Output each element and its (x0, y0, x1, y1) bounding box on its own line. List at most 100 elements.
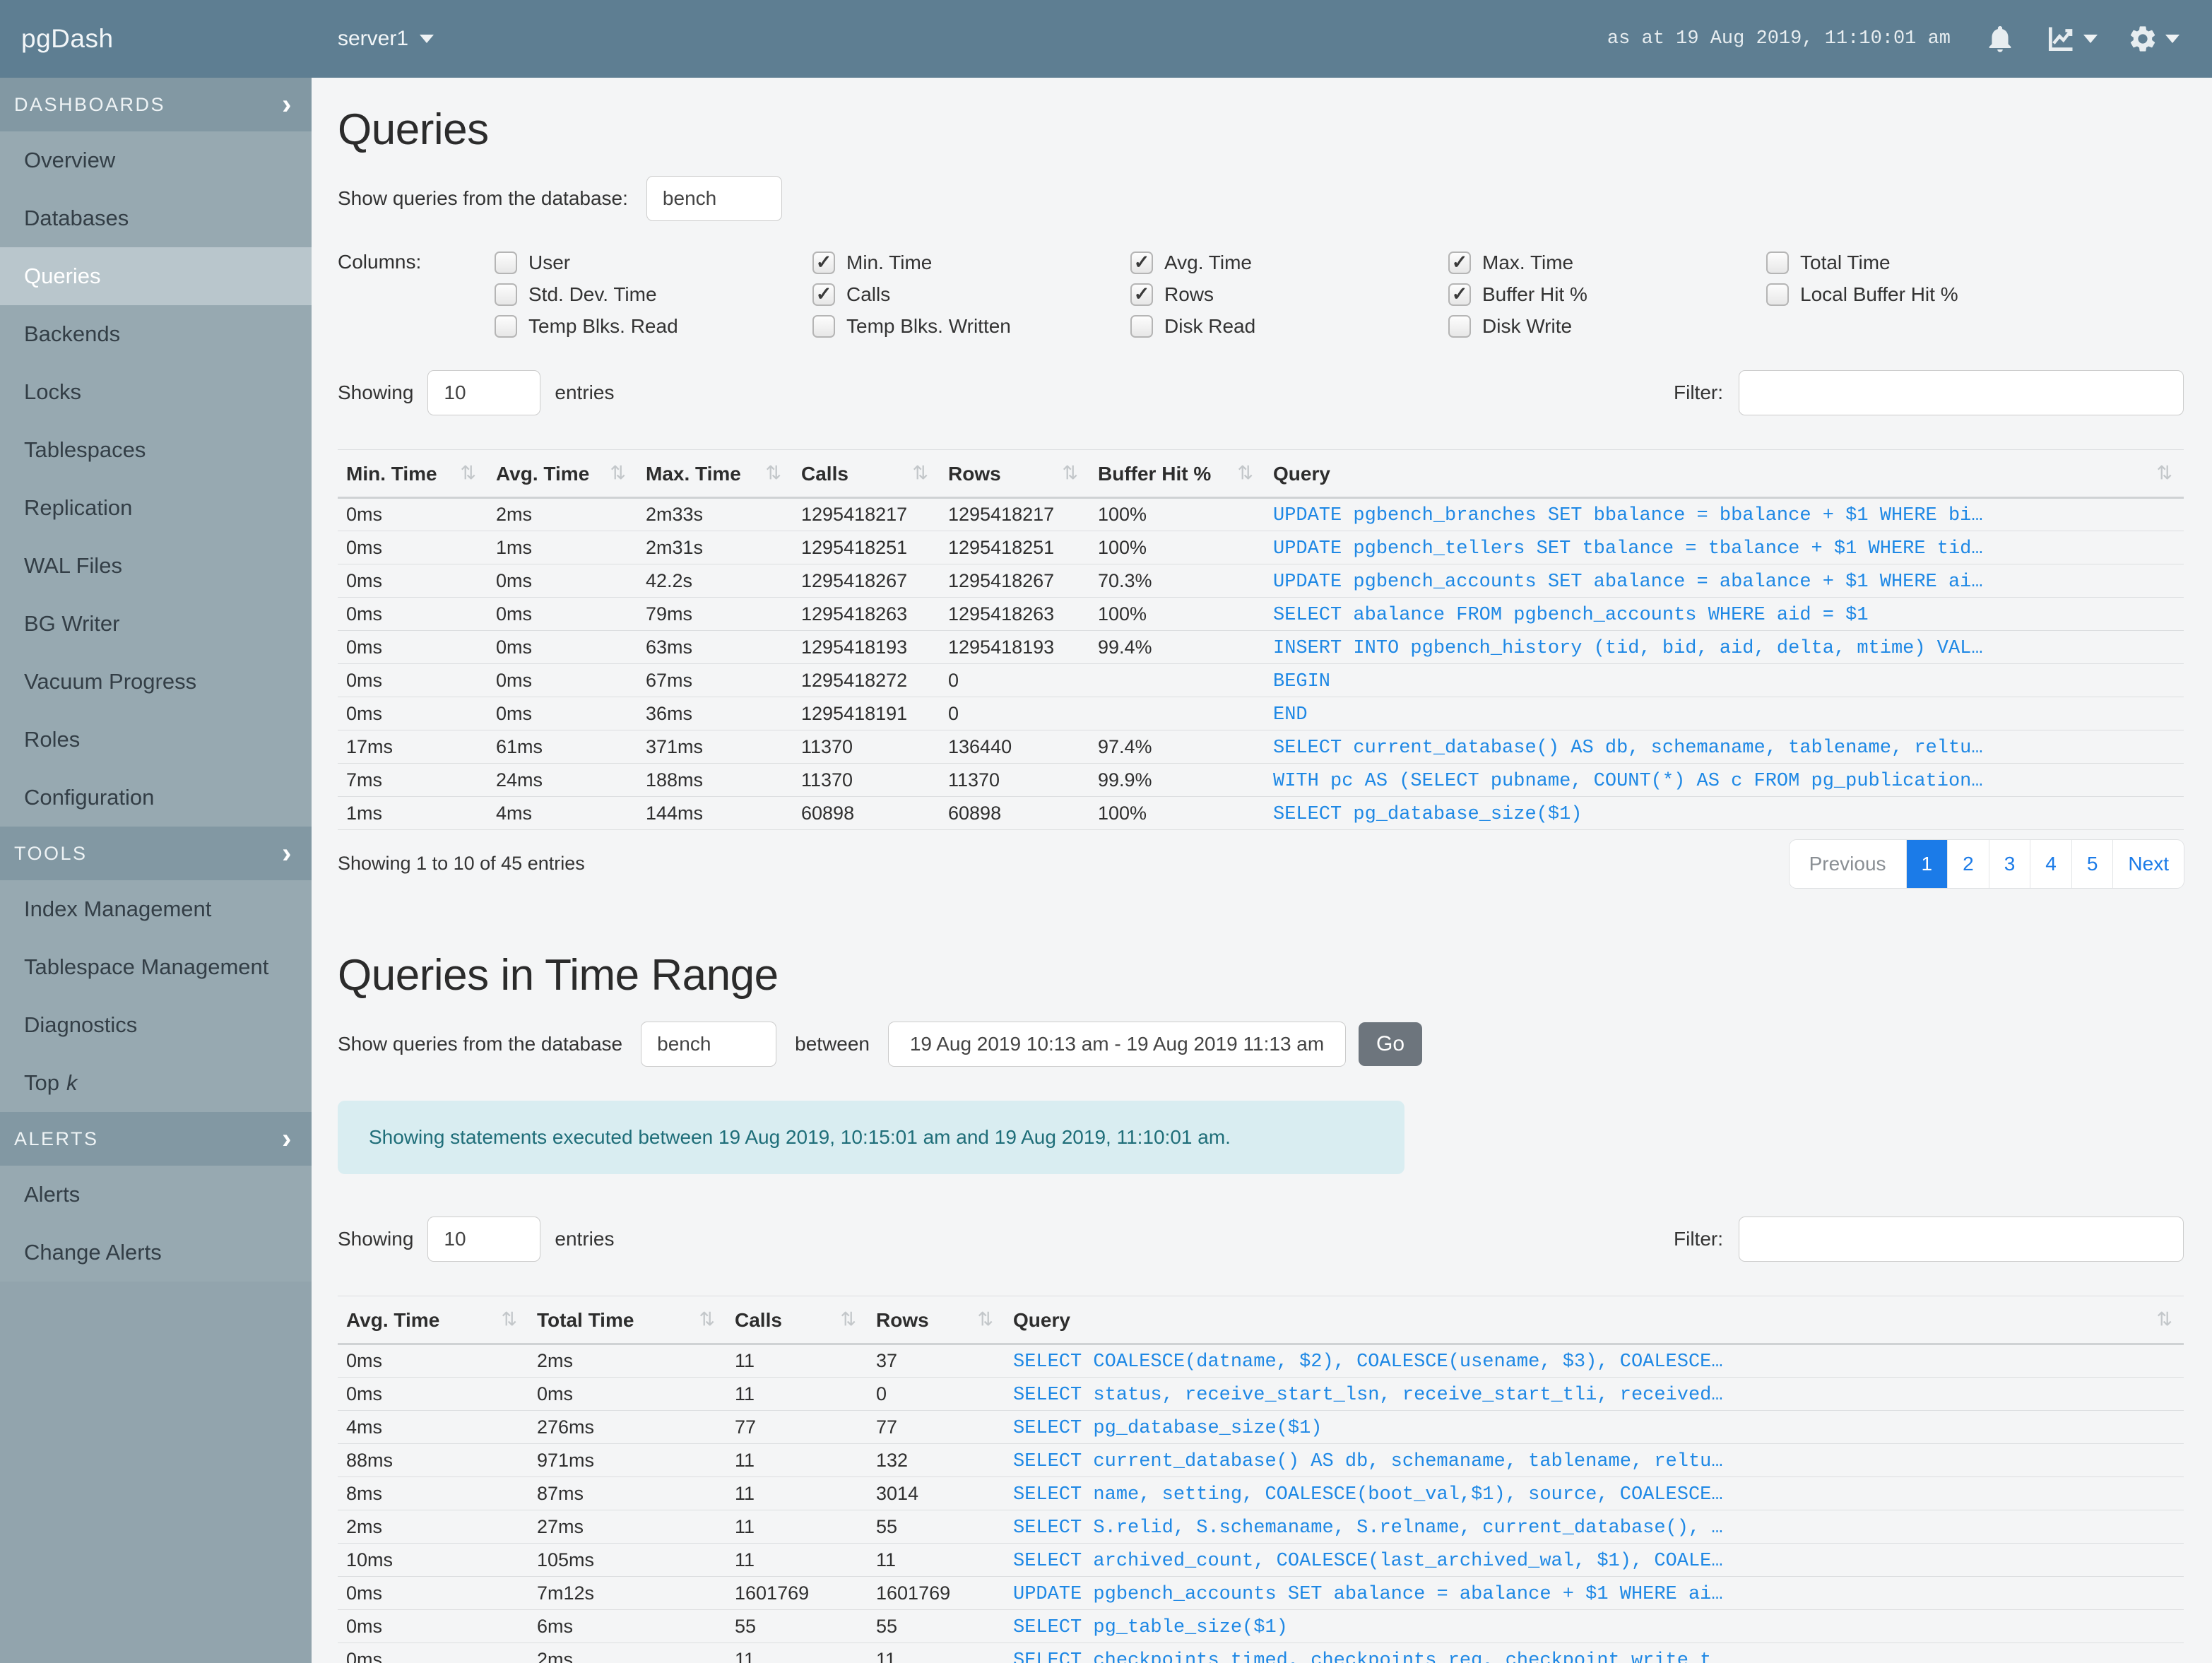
sidebar-item-bg-writer[interactable]: BG Writer (0, 595, 312, 653)
sidebar-item-configuration[interactable]: Configuration (0, 769, 312, 827)
checkbox-icon[interactable]: ✓ (1448, 251, 1471, 274)
sidebar-item-wal-files[interactable]: WAL Files (0, 537, 312, 595)
query-link[interactable]: INSERT INTO pgbench_history (tid, bid, a… (1273, 638, 1983, 659)
column-checkbox-std-dev-time[interactable]: Std. Dev. Time (495, 278, 812, 310)
sidebar-item-alerts[interactable]: Alerts (0, 1166, 312, 1224)
pagination-page-2[interactable]: 2 (1947, 840, 1989, 888)
checkbox-icon[interactable] (1130, 314, 1153, 338)
query-link[interactable]: SELECT S.relid, S.schemaname, S.relname,… (1013, 1517, 1723, 1539)
query-link[interactable]: UPDATE pgbench_tellers SET tbalance = tb… (1273, 538, 1983, 560)
column-header-query[interactable]: Query (1005, 1296, 2184, 1345)
sidebar-item-change-alerts[interactable]: Change Alerts (0, 1224, 312, 1282)
sidebar-item-locks[interactable]: Locks (0, 363, 312, 421)
sidebar-item-vacuum-progress[interactable]: Vacuum Progress (0, 653, 312, 711)
sidebar-item-top-k[interactable]: Top k (0, 1054, 312, 1112)
checkbox-icon[interactable] (495, 251, 517, 274)
query-link[interactable]: SELECT current_database() AS db, scheman… (1273, 738, 1983, 759)
column-header-max-time[interactable]: Max. Time (637, 449, 793, 499)
column-checkbox-disk-read[interactable]: Disk Read (1130, 310, 1448, 342)
page-size-input[interactable] (427, 370, 541, 415)
query-link[interactable]: SELECT status, receive_start_lsn, receiv… (1013, 1385, 1723, 1406)
pagination-page-1[interactable]: 1 (1905, 840, 1948, 888)
checkbox-icon[interactable] (812, 314, 835, 338)
checkbox-icon[interactable] (495, 314, 517, 338)
column-checkbox-temp-blks-written[interactable]: Temp Blks. Written (812, 310, 1130, 342)
database-input[interactable] (646, 176, 782, 221)
query-link[interactable]: SELECT COALESCE(datname, $2), COALESCE(u… (1013, 1351, 1723, 1373)
query-link[interactable]: SELECT name, setting, COALESCE(boot_val,… (1013, 1484, 1723, 1505)
notifications-button[interactable] (1985, 23, 2016, 54)
checkbox-icon[interactable]: ✓ (1130, 251, 1153, 274)
query-link[interactable]: UPDATE pgbench_branches SET bbalance = b… (1273, 505, 1983, 526)
column-checkbox-temp-blks-read[interactable]: Temp Blks. Read (495, 310, 812, 342)
column-header-avg-time[interactable]: Avg. Time (487, 449, 637, 499)
query-link[interactable]: END (1273, 704, 1308, 726)
pagination-next[interactable]: Next (2112, 840, 2184, 888)
app-logo[interactable]: pgDash (0, 24, 312, 54)
filter-input[interactable] (1739, 1217, 2184, 1262)
query-link[interactable]: SELECT pg_database_size($1) (1273, 804, 1582, 825)
column-header-calls[interactable]: Calls (726, 1296, 868, 1345)
column-header-total-time[interactable]: Total Time (528, 1296, 726, 1345)
query-link[interactable]: SELECT pg_table_size($1) (1013, 1617, 1288, 1638)
sidebar-item-queries[interactable]: Queries (0, 247, 312, 305)
column-checkbox-user[interactable]: User (495, 247, 812, 278)
column-header-min-time[interactable]: Min. Time (338, 449, 487, 499)
checkbox-icon[interactable]: ✓ (812, 283, 835, 306)
settings-menu-button[interactable] (2127, 23, 2180, 54)
query-link[interactable]: SELECT pg_database_size($1) (1013, 1418, 1322, 1439)
query-link[interactable]: SELECT archived_count, COALESCE(last_arc… (1013, 1551, 1723, 1572)
sidebar-item-backends[interactable]: Backends (0, 305, 312, 363)
pagination-previous[interactable]: Previous (1789, 840, 1906, 888)
checkbox-icon[interactable]: ✓ (1130, 283, 1153, 306)
pagination-page-3[interactable]: 3 (1988, 840, 2030, 888)
sidebar-item-replication[interactable]: Replication (0, 479, 312, 537)
checkbox-icon[interactable] (1766, 251, 1789, 274)
page-size-input[interactable] (427, 1217, 541, 1262)
sidebar-item-index-management[interactable]: Index Management (0, 880, 312, 938)
query-link[interactable]: BEGIN (1273, 671, 1330, 692)
query-link[interactable]: WITH pc AS (SELECT pubname, COUNT(*) AS … (1273, 771, 1983, 792)
column-checkbox-local-buffer-hit[interactable]: Local Buffer Hit % (1766, 278, 2084, 310)
query-link[interactable]: UPDATE pgbench_accounts SET abalance = a… (1013, 1584, 1723, 1605)
column-checkbox-calls[interactable]: ✓ Calls (812, 278, 1130, 310)
sidebar-item-tablespace-management[interactable]: Tablespace Management (0, 938, 312, 996)
column-header-calls[interactable]: Calls (793, 449, 940, 499)
charts-menu-button[interactable] (2045, 23, 2098, 54)
go-button[interactable]: Go (1359, 1022, 1423, 1066)
column-checkbox-total-time[interactable]: Total Time (1766, 247, 2084, 278)
sidebar-item-overview[interactable]: Overview (0, 131, 312, 189)
column-checkbox-disk-write[interactable]: Disk Write (1448, 310, 1766, 342)
server-selector[interactable]: server1 (338, 27, 434, 51)
sidebar-section-dashboards[interactable]: DASHBOARDS › (0, 78, 312, 131)
column-checkbox-avg-time[interactable]: ✓ Avg. Time (1130, 247, 1448, 278)
pagination-page-4[interactable]: 4 (2030, 840, 2071, 888)
checkbox-icon[interactable]: ✓ (1448, 283, 1471, 306)
sidebar-item-diagnostics[interactable]: Diagnostics (0, 996, 312, 1054)
query-link[interactable]: SELECT current_database() AS db, scheman… (1013, 1451, 1723, 1472)
filter-input[interactable] (1739, 370, 2184, 415)
checkbox-icon[interactable]: ✓ (812, 251, 835, 274)
column-checkbox-max-time[interactable]: ✓ Max. Time (1448, 247, 1766, 278)
column-checkbox-buffer-hit[interactable]: ✓ Buffer Hit % (1448, 278, 1766, 310)
checkbox-icon[interactable] (1448, 314, 1471, 338)
sidebar-section-tools[interactable]: TOOLS › (0, 827, 312, 880)
sidebar-item-tablespaces[interactable]: Tablespaces (0, 421, 312, 479)
column-checkbox-rows[interactable]: ✓ Rows (1130, 278, 1448, 310)
pagination-page-5[interactable]: 5 (2071, 840, 2113, 888)
query-link[interactable]: UPDATE pgbench_accounts SET abalance = a… (1273, 572, 1983, 593)
database-input[interactable] (641, 1022, 777, 1067)
date-range-input[interactable] (888, 1022, 1347, 1067)
sidebar-item-roles[interactable]: Roles (0, 711, 312, 769)
query-link[interactable]: SELECT abalance FROM pgbench_accounts WH… (1273, 605, 1869, 626)
checkbox-icon[interactable] (495, 283, 517, 306)
sidebar-section-alerts[interactable]: ALERTS › (0, 1112, 312, 1166)
column-checkbox-min-time[interactable]: ✓ Min. Time (812, 247, 1130, 278)
sidebar-item-databases[interactable]: Databases (0, 189, 312, 247)
checkbox-icon[interactable] (1766, 283, 1789, 306)
column-header-rows[interactable]: Rows (868, 1296, 1005, 1345)
column-header-rows[interactable]: Rows (940, 449, 1089, 499)
column-header-avg-time[interactable]: Avg. Time (338, 1296, 528, 1345)
query-link[interactable]: SELECT checkpoints_timed, checkpoints_re… (1013, 1650, 1723, 1663)
column-header-buffer-hit[interactable]: Buffer Hit % (1089, 449, 1265, 499)
